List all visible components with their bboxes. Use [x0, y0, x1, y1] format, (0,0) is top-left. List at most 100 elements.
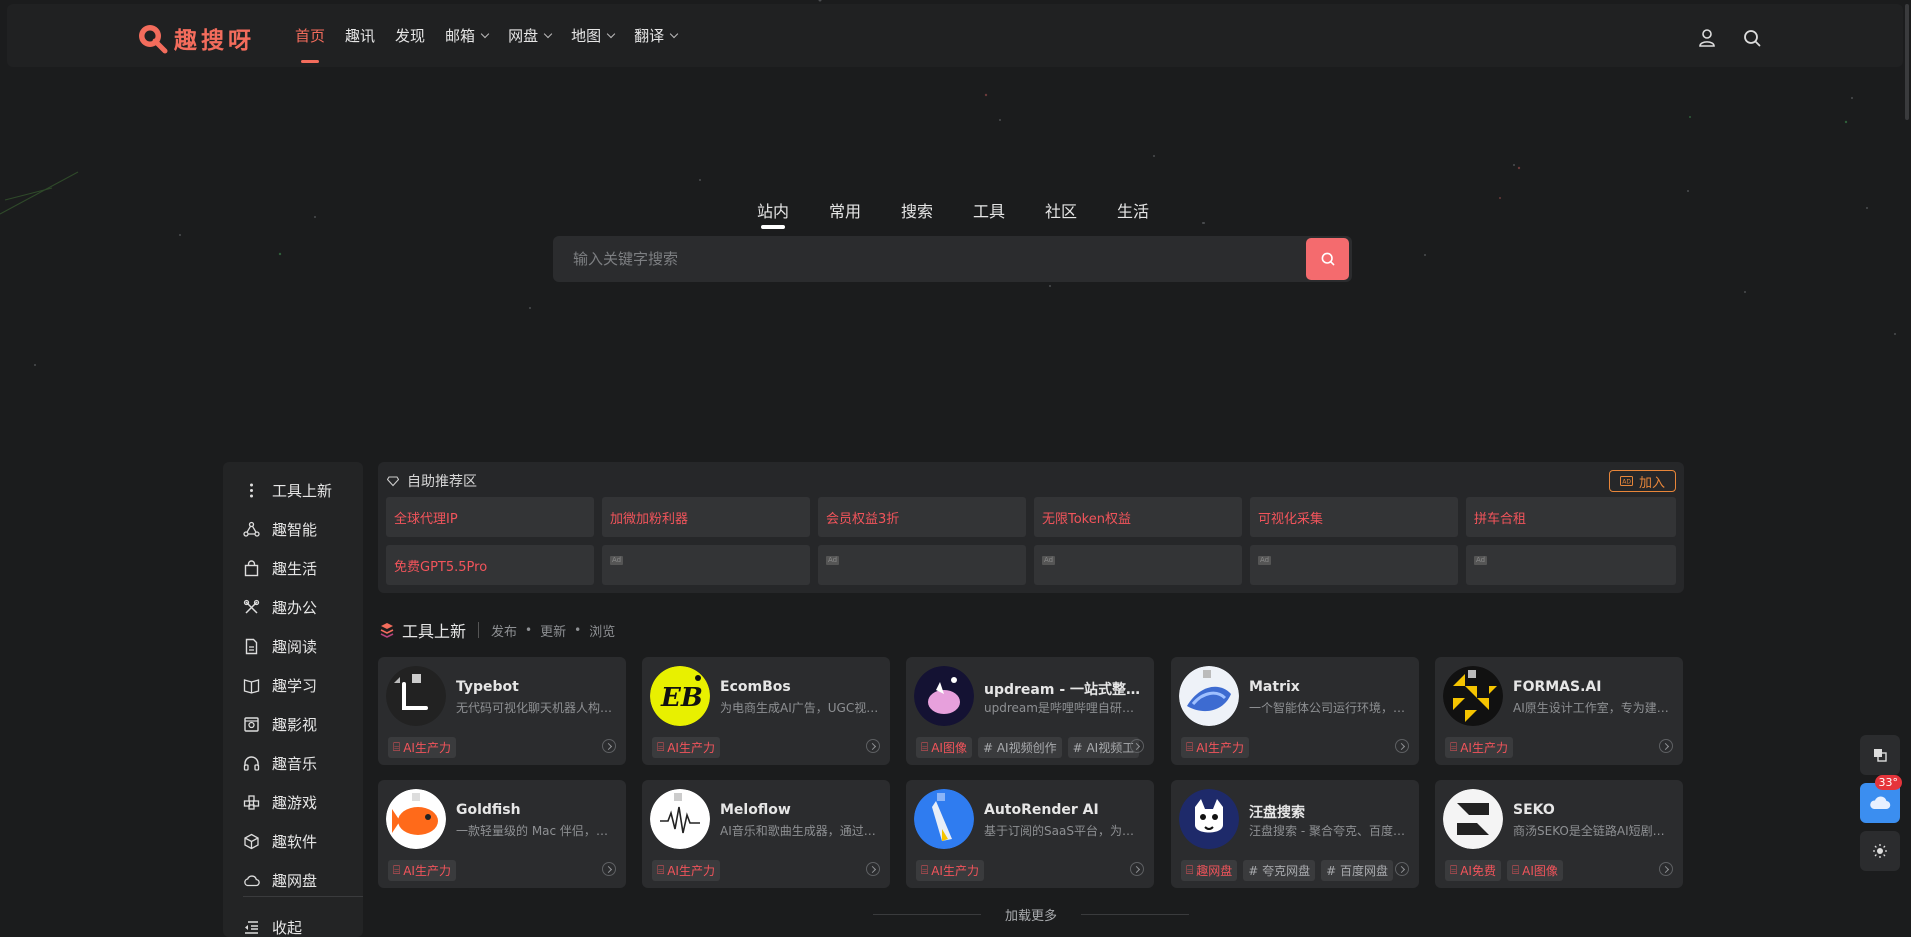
cloud-icon — [244, 875, 260, 887]
tab-common[interactable]: 常用 — [829, 198, 901, 222]
ad-tag: Ad — [1042, 556, 1056, 565]
sidebar-item-office[interactable]: 趣办公 — [243, 597, 317, 618]
tool-tag[interactable]: ⌸ AI图像 — [916, 737, 972, 758]
tool-tag[interactable]: ⌸ AI生产力 — [388, 737, 456, 758]
search-input[interactable] — [553, 236, 1293, 282]
tool-card-seko[interactable]: SEKO 商汤SEKO是全链路AI短剧创作平台 ⌸AI免费 ⌸AI图像 — [1435, 780, 1683, 888]
tool-tag[interactable]: ⌸ AI生产力 — [652, 737, 720, 758]
nav-home[interactable]: 首页 — [295, 4, 325, 67]
promo-slot-7[interactable]: 免费GPT5.5Pro — [386, 545, 594, 585]
ecombos-logo: EB — [650, 666, 710, 726]
tool-tag[interactable]: ⌸ AI图像 — [1506, 860, 1563, 881]
sidebar-item-music[interactable]: 趣音乐 — [243, 753, 317, 774]
typebot-logo — [386, 666, 446, 726]
nav-discover[interactable]: 发现 — [395, 4, 425, 67]
tool-card-autorender[interactable]: AutoRender AI 基于订阅的SaaS平台，为建筑师提供 ⌸AI生产力 — [906, 780, 1154, 888]
search-submit-button[interactable] — [1306, 238, 1349, 280]
arrow-right-icon[interactable] — [866, 862, 880, 876]
tab-tools[interactable]: 工具 — [973, 198, 1045, 222]
promo-slot-6[interactable]: 拼车合租 — [1466, 497, 1676, 537]
arrow-right-icon[interactable] — [1130, 739, 1144, 753]
sidebar-item-label: 趣音乐 — [272, 755, 318, 773]
theme-toggle-button[interactable] — [1860, 831, 1900, 871]
arrow-right-icon[interactable] — [1395, 739, 1409, 753]
sidebar-item-reading[interactable]: 趣阅读 — [243, 636, 317, 657]
arrow-right-icon[interactable] — [602, 862, 616, 876]
arrow-right-icon[interactable] — [1659, 739, 1673, 753]
tool-tag[interactable]: # 夸克网盘 — [1243, 860, 1316, 881]
promo-slot-empty[interactable]: Ad — [602, 545, 810, 585]
promo-slot-1[interactable]: 全球代理IP — [386, 497, 594, 537]
tool-tag[interactable]: ⌸ AI生产力 — [652, 860, 720, 881]
tool-card-formas[interactable]: FORMAS.AI AI原生设计工作室，专为建筑设计 ⌸AI生产力 — [1435, 657, 1683, 765]
promo-slot-empty[interactable]: Ad — [1250, 545, 1458, 585]
sidebar-item-new-tools[interactable]: 工具上新 — [243, 480, 332, 501]
promo-slot-empty[interactable]: Ad — [1466, 545, 1676, 585]
tool-tag[interactable]: ⌸ AI生产力 — [1445, 737, 1513, 758]
tool-tag[interactable]: ⌸ AI生产力 — [388, 860, 456, 881]
arrow-right-icon[interactable] — [1130, 862, 1144, 876]
search-icon — [1321, 252, 1334, 266]
tab-community[interactable]: 社区 — [1045, 198, 1117, 222]
arrow-right-icon[interactable] — [866, 739, 880, 753]
sidebar-item-learning[interactable]: 趣学习 — [243, 675, 317, 696]
promo-slot-empty[interactable]: Ad — [1034, 545, 1242, 585]
tab-life[interactable]: 生活 — [1117, 198, 1189, 222]
promo-slot-2[interactable]: 加微加粉利器 — [602, 497, 810, 537]
tool-tag[interactable]: ⌸ AI生产力 — [1181, 737, 1249, 758]
sidebar-item-movies[interactable]: 趣影视 — [243, 714, 317, 735]
promo-slot-5[interactable]: 可视化采集 — [1250, 497, 1458, 537]
sidebar-item-software[interactable]: 趣软件 — [243, 831, 317, 852]
tool-card-wangpan[interactable]: 汪盘搜索 汪盘搜索 - 聚合夸克、百度网盘资源 ⌸趣网盘 # 夸克网盘 # 百度… — [1171, 780, 1419, 888]
tool-card-meloflow[interactable]: Meloflow AI音乐和歌曲生成器，通过文字描述 ⌸AI生产力 — [642, 780, 890, 888]
sort-published[interactable]: 发布 — [491, 621, 517, 640]
sidebar-item-life[interactable]: 趣生活 — [243, 558, 317, 579]
tool-tag[interactable]: # AI视频工 — [1067, 737, 1140, 758]
load-more[interactable]: 加载更多 — [873, 905, 1190, 924]
tool-tag[interactable]: # AI视频创作 — [977, 737, 1062, 758]
nav-drive[interactable]: 网盘 — [508, 4, 553, 67]
tag-label: AI图像 — [1522, 864, 1558, 878]
search-tabs: 站内 常用 搜索 工具 社区 生活 — [757, 198, 1189, 229]
weather-widget[interactable]: 33° — [1860, 775, 1902, 823]
sidebar-item-drive[interactable]: 趣网盘 — [243, 870, 317, 891]
nav-translate[interactable]: 翻译 — [634, 4, 679, 67]
arrow-right-icon[interactable] — [1395, 862, 1409, 876]
ad-icon: AD — [1619, 476, 1633, 486]
sidebar-divider — [243, 896, 363, 897]
promo-slot-3[interactable]: 会员权益3折 — [818, 497, 1026, 537]
tool-tag[interactable]: # 百度网盘 — [1321, 860, 1393, 881]
tool-tag[interactable]: ⌸ AI生产力 — [916, 860, 984, 881]
sidebar-item-ai[interactable]: 趣智能 — [243, 519, 317, 540]
tab-site[interactable]: 站内 — [757, 198, 829, 229]
meloflow-logo — [650, 789, 710, 849]
tag-label: AI生产力 — [403, 741, 451, 755]
nav-drive-label: 网盘 — [508, 27, 539, 45]
promo-slot-4[interactable]: 无限Token权益 — [1034, 497, 1242, 537]
arrow-right-icon[interactable] — [602, 739, 616, 753]
sidebar-collapse-button[interactable]: 收起 — [243, 917, 302, 937]
tool-card-ecombos[interactable]: EB EcomBos 为电商生成AI广告，UGC视频等 ⌸ AI生产力 — [642, 657, 890, 765]
tab-search[interactable]: 搜索 — [901, 198, 973, 222]
sort-views[interactable]: 浏览 — [589, 621, 615, 640]
sidebar-item-games[interactable]: 趣游戏 — [243, 792, 317, 813]
search-icon[interactable] — [1742, 28, 1762, 48]
tool-tag[interactable]: ⌸ 趣网盘 — [1181, 860, 1238, 881]
arrow-right-icon[interactable] — [1659, 862, 1673, 876]
tool-card-matrix[interactable]: Matrix 一个智能体公司运行环境，支持多 ⌸AI生产力 — [1171, 657, 1419, 765]
tool-card-goldfish[interactable]: Goldfish 一款轻量级的 Mac 伴侣，帮助用户 ⌸AI生产力 — [378, 780, 626, 888]
page-scrollbar[interactable] — [1905, 4, 1909, 120]
tool-card-typebot[interactable]: Typebot 无代码可视化聊天机器人构建器 ⌸ AI生产力 — [378, 657, 626, 765]
nav-news[interactable]: 趣讯 — [345, 4, 375, 67]
nav-map[interactable]: 地图 — [571, 4, 616, 67]
user-icon[interactable] — [1697, 28, 1717, 48]
tool-card-updream[interactable]: updream - 一站式整合型AI创作平台 updream是哔哩哔哩自研的AI… — [906, 657, 1154, 765]
join-button[interactable]: AD 加入 — [1609, 470, 1676, 492]
sort-updated[interactable]: 更新 — [540, 621, 566, 640]
site-logo[interactable]: 趣搜呀 — [136, 21, 255, 55]
share-button[interactable] — [1860, 735, 1900, 775]
dot-separator: • — [525, 623, 533, 637]
promo-slot-empty[interactable]: Ad — [818, 545, 1026, 585]
nav-mail[interactable]: 邮箱 — [445, 4, 490, 67]
tool-tag[interactable]: ⌸ AI免费 — [1445, 860, 1501, 881]
